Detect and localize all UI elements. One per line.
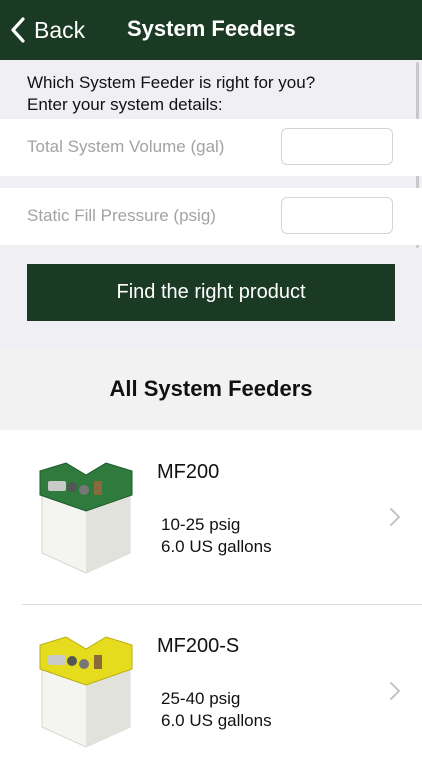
back-button[interactable]: Back <box>10 14 85 46</box>
product-image <box>39 636 133 748</box>
product-capacity: 6.0 US gallons <box>161 537 272 556</box>
page-title: System Feeders <box>127 16 296 41</box>
product-pressure: 10-25 psig <box>161 515 241 534</box>
section-header: All System Feeders <box>0 348 422 430</box>
intro-question: Which System Feeder is right for you? <box>27 73 316 92</box>
back-label: Back <box>34 16 86 43</box>
form-intro: Which System Feeder is right for you? En… <box>27 72 315 116</box>
nav-bar: Back System Feeders <box>0 0 422 60</box>
volume-input[interactable] <box>281 128 393 165</box>
product-capacity: 6.0 US gallons <box>161 711 272 730</box>
chevron-left-icon <box>11 17 25 43</box>
product-name: MF200 <box>157 461 220 483</box>
product-pressure: 25-40 psig <box>161 689 241 708</box>
list-item-mf200[interactable]: MF200 10-25 psig 6.0 US gallons <box>0 431 422 603</box>
pressure-input[interactable] <box>281 197 393 234</box>
pressure-label: Static Fill Pressure (psig) <box>27 206 216 225</box>
product-image <box>39 462 133 574</box>
volume-row: Total System Volume (gal) <box>0 119 422 176</box>
pressure-row: Static Fill Pressure (psig) <box>0 188 422 245</box>
volume-label: Total System Volume (gal) <box>27 137 225 156</box>
intro-instruction: Enter your system details: <box>27 95 223 114</box>
chevron-right-icon <box>390 508 400 526</box>
find-product-button[interactable]: Find the right product <box>27 264 395 321</box>
product-name: MF200-S <box>157 635 240 657</box>
list-item-mf200-s[interactable]: MF200-S 25-40 psig 6.0 US gallons <box>0 605 422 777</box>
product-specs: 10-25 psig 6.0 US gallons <box>161 514 272 558</box>
chevron-right-icon <box>390 682 400 700</box>
product-specs: 25-40 psig 6.0 US gallons <box>161 688 272 732</box>
